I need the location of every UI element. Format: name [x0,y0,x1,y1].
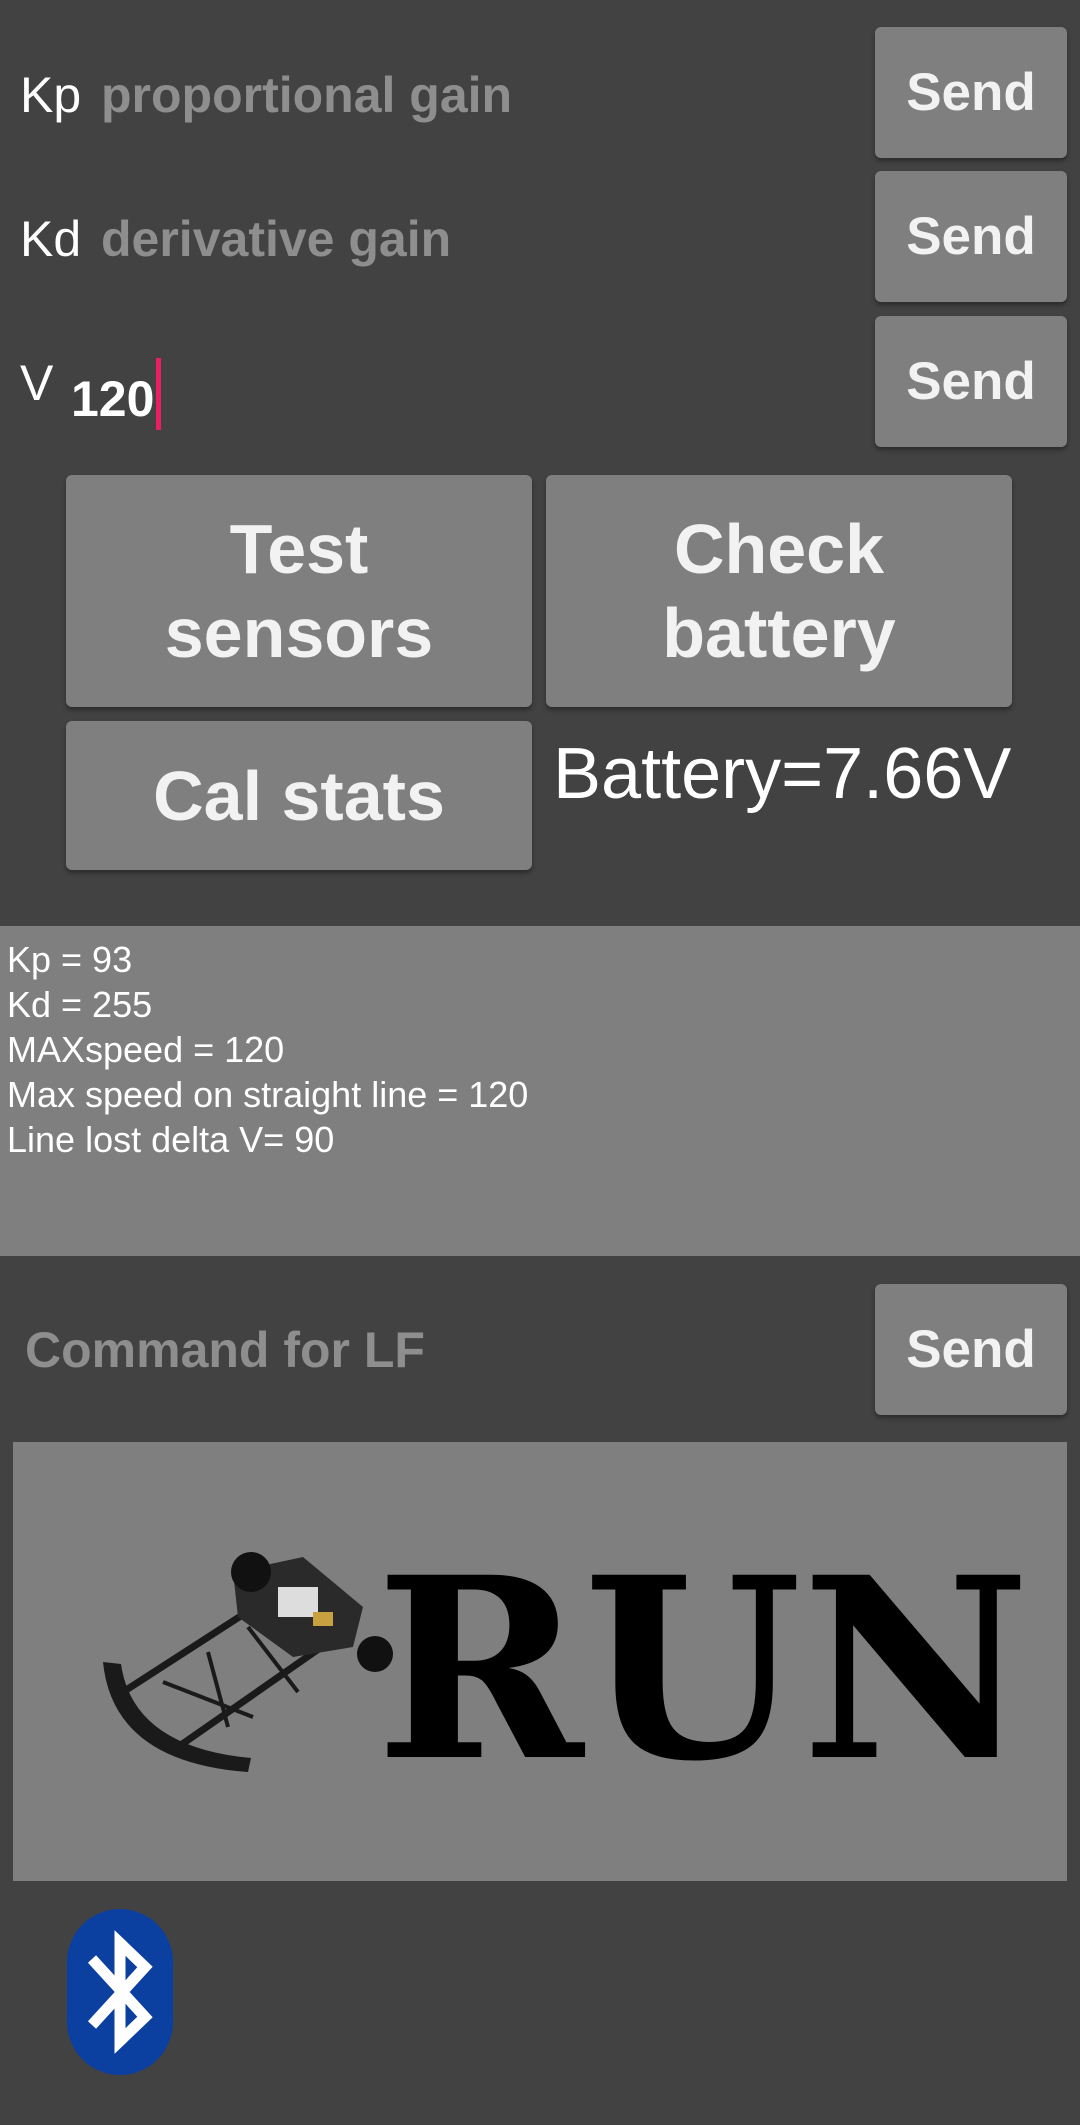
robot-chassis-icon [103,1552,393,1772]
bluetooth-icon [87,1930,153,2054]
kd-input[interactable]: derivative gain [101,214,451,264]
check-battery-button[interactable]: Check battery [546,475,1012,707]
run-label: RUN [376,1522,1030,1816]
command-input[interactable]: Command for LF [25,1325,425,1375]
command-send-button[interactable]: Send [875,1284,1067,1415]
kp-input[interactable]: proportional gain [101,70,512,120]
stats-line: MAXspeed = 120 [7,1029,285,1070]
kp-label: Kp [20,67,82,123]
stats-line: Max speed on straight line = 120 [7,1074,529,1115]
bluetooth-button[interactable] [67,1909,173,2075]
run-graphic: RUN [103,1522,1030,1816]
app-screen: Kp proportional gain Send Kd derivative … [0,0,1080,2125]
v-send-button[interactable]: Send [875,316,1067,447]
stats-line: Line lost delta V= 90 [7,1119,335,1160]
v-input-value: 120 [71,371,155,427]
kd-send-button[interactable]: Send [875,171,1067,302]
run-button[interactable]: RUN [13,1442,1067,1881]
cal-stats-button[interactable]: Cal stats [66,721,532,870]
text-caret [156,358,162,430]
stats-line: Kp = 93 [7,939,133,980]
stats-output-panel: Kp = 93 Kd = 255 MAXspeed = 120 Max spee… [0,926,1080,1256]
check-battery-label: Check battery [662,510,896,672]
test-sensors-label: Test sensors [164,510,434,672]
v-label: V [20,355,54,411]
stats-line: Kd = 255 [7,984,153,1025]
v-input[interactable]: 120 [71,358,162,430]
battery-reading: Battery=7.66V [553,734,1012,814]
kp-send-button[interactable]: Send [875,27,1067,158]
kd-label: Kd [20,211,82,267]
test-sensors-button[interactable]: Test sensors [66,475,532,707]
